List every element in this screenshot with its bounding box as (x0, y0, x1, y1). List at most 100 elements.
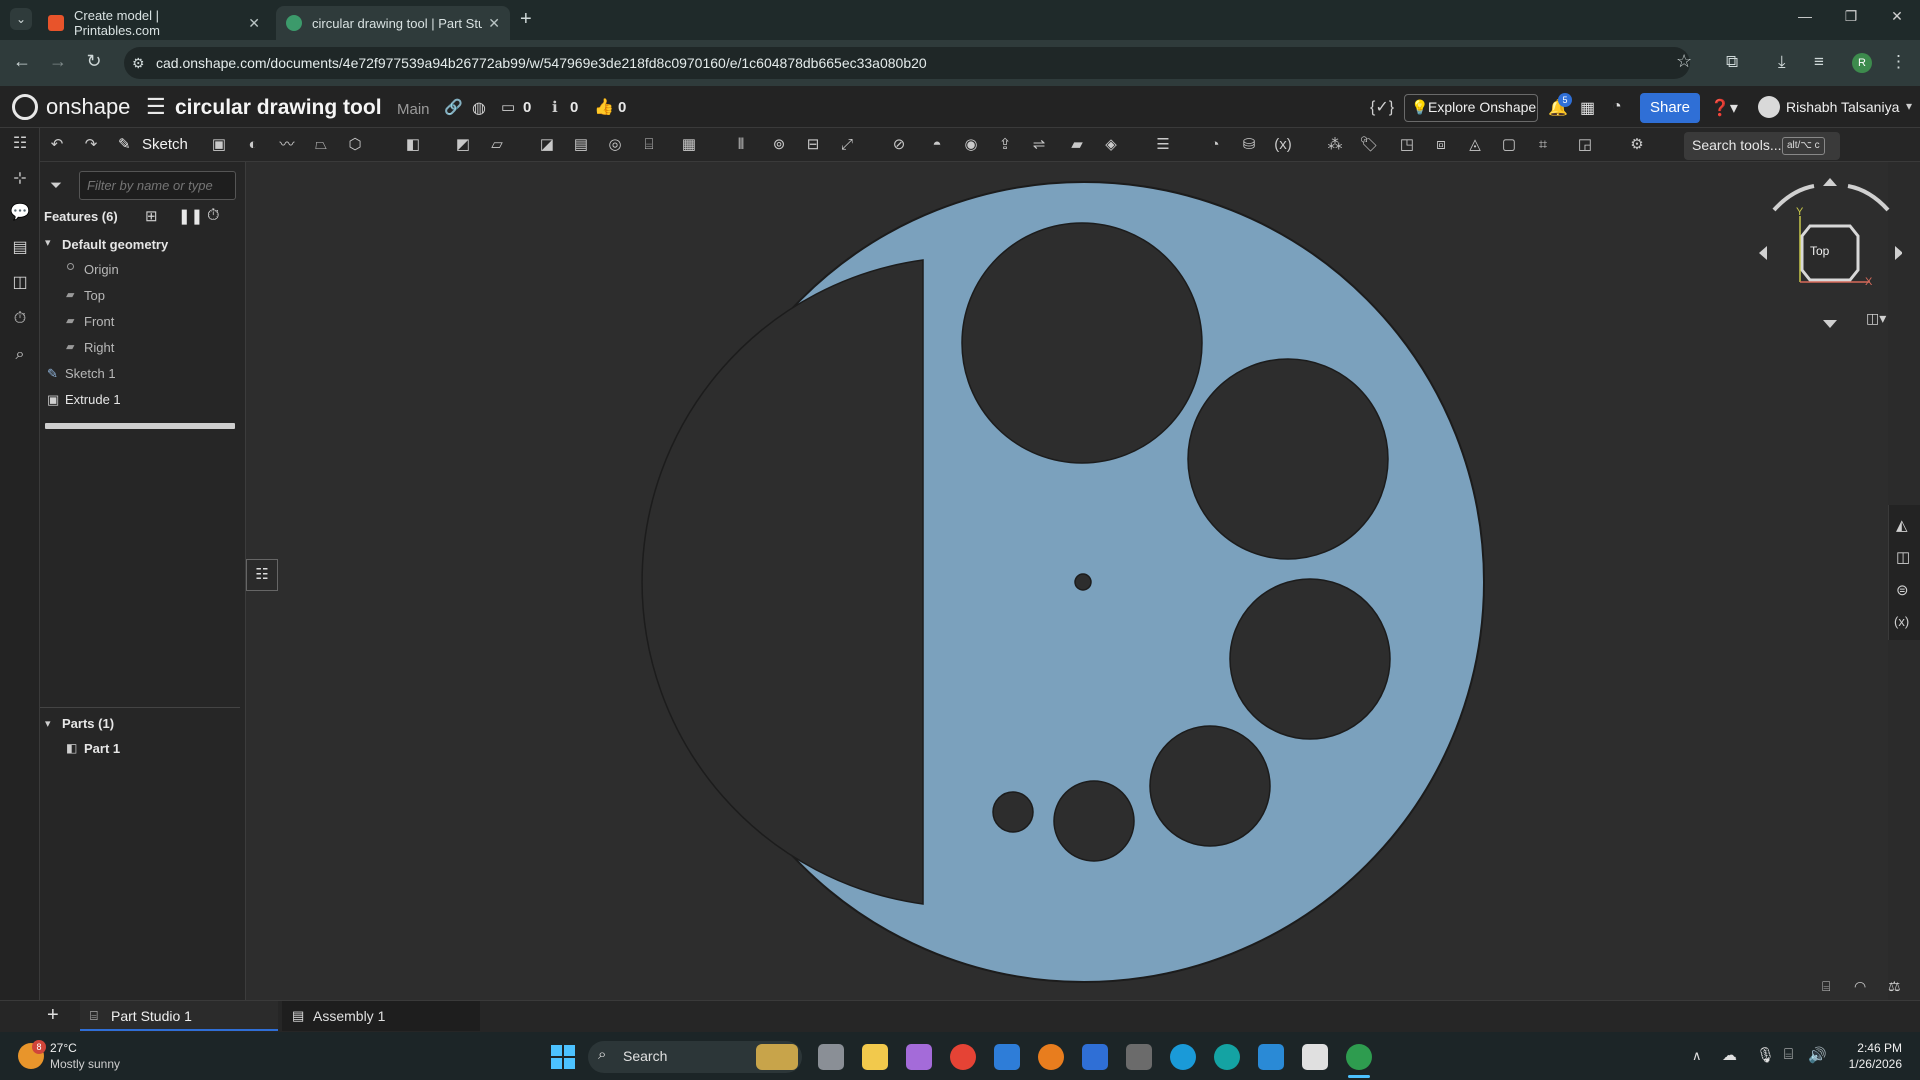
hole-circle[interactable] (1053, 780, 1135, 862)
view-up-arrow-icon[interactable] (1823, 178, 1837, 186)
tree-item-sketch-1[interactable]: Sketch 1 (65, 366, 116, 381)
hole-circle[interactable] (961, 222, 1203, 464)
center-hole[interactable] (1074, 573, 1092, 591)
undo-icon[interactable]: ↶ (46, 135, 68, 155)
tree-item-extrude-1[interactable]: Extrude 1 (65, 392, 121, 407)
split-icon[interactable]: ⊟ (802, 135, 824, 155)
extrude-icon[interactable]: ▣ (208, 135, 230, 155)
tree-item-part-1[interactable]: Part 1 (84, 741, 120, 756)
chamfer-icon[interactable]: ◩ (452, 135, 474, 155)
mail-icon[interactable] (994, 1044, 1020, 1070)
modify-fillet-icon[interactable]: ◓ (926, 135, 948, 155)
minimize-icon[interactable]: — (1782, 8, 1828, 32)
history-icon[interactable]: ⏱ (9, 308, 31, 330)
clock-time[interactable]: 2:46 PM (1842, 1041, 1902, 1055)
media-control-icon[interactable]: ≡ (1814, 52, 1824, 72)
app-store-icon[interactable]: ▦ (1580, 98, 1595, 118)
fillet-icon[interactable]: ◧ (402, 135, 424, 155)
hole-icon[interactable]: ◎ (604, 135, 626, 155)
sweep-icon[interactable]: 〰 (276, 135, 298, 155)
tree-item-front[interactable]: Front (84, 314, 114, 329)
downloads-icon[interactable]: ⤓ (1778, 52, 1786, 72)
clock-date[interactable]: 1/26/2026 (1832, 1057, 1902, 1071)
rollback-timer-icon[interactable]: ⏱ (207, 207, 219, 225)
chrome-icon[interactable] (950, 1044, 976, 1070)
chevron-down-icon[interactable]: ▾ (45, 717, 51, 730)
sheet-metal-icon[interactable]: ◳ (1396, 135, 1418, 155)
helix-icon[interactable]: ☰ (1152, 135, 1174, 155)
edge-icon[interactable] (1170, 1044, 1196, 1070)
custom-feature-icon[interactable]: ◲ (1574, 135, 1596, 155)
arduino-icon[interactable] (1214, 1044, 1240, 1070)
view-down-arrow-icon[interactable] (1823, 320, 1837, 328)
part-geometry[interactable] (246, 162, 1888, 1000)
meta-app-icon[interactable] (1082, 1044, 1108, 1070)
close-tab-icon[interactable]: ✕ (248, 15, 260, 32)
link-icon[interactable]: 🔗 (444, 98, 463, 116)
redo-icon[interactable]: ↷ (80, 135, 102, 155)
filter-funnel-icon[interactable]: ⏷ (50, 177, 62, 194)
user-name[interactable]: Rishabh Talsaniya (1786, 99, 1899, 115)
frame-icon[interactable]: ⧈ (1430, 135, 1452, 155)
hole-circle[interactable] (1229, 578, 1391, 740)
microphone-icon[interactable]: 🎙 (1756, 1046, 1775, 1064)
rotate-left-icon[interactable] (1772, 184, 1815, 212)
plane-icon[interactable]: ▰ (1066, 135, 1088, 155)
default-geometry-group[interactable]: Default geometry (62, 237, 168, 252)
chrome-profile-icon[interactable] (1346, 1044, 1372, 1070)
user-menu-chevron-down-icon[interactable]: ▾ (1906, 99, 1912, 113)
network-icon[interactable]: ⌸ (1784, 1046, 1793, 1063)
add-element-icon[interactable]: + (47, 1004, 59, 1027)
browser-tab-onshape[interactable]: circular drawing tool | Part Stud ✕ (276, 6, 510, 40)
enclose-icon[interactable]: ▢ (1498, 135, 1520, 155)
brand-name[interactable]: onshape (46, 94, 130, 120)
close-window-icon[interactable]: ✕ (1874, 8, 1920, 32)
variables-panel-icon[interactable]: (x) (1894, 614, 1909, 629)
document-title[interactable]: circular drawing tool (175, 96, 382, 120)
file-explorer-icon[interactable] (862, 1044, 888, 1070)
replace-face-icon[interactable]: ⇌ (1028, 135, 1050, 155)
surface-icon[interactable]: ◬ (1464, 135, 1486, 155)
browser-tab-printables[interactable]: Create model | Printables.com ✕ (38, 6, 270, 40)
new-tab-icon[interactable]: + (520, 8, 532, 31)
chevron-down-icon[interactable]: ▾ (45, 236, 51, 249)
rollback-bar[interactable] (45, 423, 235, 429)
pattern-icon[interactable]: ▦ (678, 135, 700, 155)
onshape-logo-icon[interactable] (12, 94, 38, 120)
filter-input[interactable] (79, 171, 236, 200)
gimp-icon[interactable] (1126, 1044, 1152, 1070)
tool-app-icon[interactable] (1302, 1044, 1328, 1070)
bookmark-star-icon[interactable]: ☆ (1676, 51, 1692, 72)
weather-desc[interactable]: Mostly sunny (50, 1057, 120, 1071)
volume-icon[interactable]: 🔊 (1808, 1046, 1827, 1064)
share-button[interactable]: Share (1640, 93, 1700, 123)
hamburger-menu-icon[interactable]: ☰ (146, 94, 166, 120)
back-icon[interactable]: ← (10, 51, 34, 72)
forward-icon[interactable]: → (46, 51, 70, 72)
move-face-icon[interactable]: ⇪ (994, 135, 1016, 155)
mate-connector-icon[interactable]: ◈ (1100, 135, 1122, 155)
tree-item-right[interactable]: Right (84, 340, 114, 355)
settings-gear-icon[interactable]: ⚙ (1626, 135, 1648, 155)
measure-scale-icon[interactable]: ⚖ (1888, 978, 1901, 995)
sketch-button[interactable]: Sketch (142, 136, 188, 153)
delete-face-icon[interactable]: ◉ (960, 135, 982, 155)
task-view-icon[interactable] (818, 1044, 844, 1070)
browser-menu-icon[interactable]: ⋮ (1890, 52, 1907, 72)
notes-icon[interactable]: ▤ (9, 237, 31, 259)
parts-header[interactable]: Parts (1) (62, 716, 114, 731)
view-options-cube-icon[interactable]: ◫▾ (1866, 310, 1886, 327)
hole-circle[interactable] (992, 791, 1034, 833)
search-icon[interactable]: ⌕ (9, 344, 31, 366)
thread-icon[interactable]: ⌸ (638, 135, 660, 155)
close-tab-icon[interactable]: ✕ (488, 15, 500, 32)
half-moon-cutout[interactable] (641, 259, 924, 905)
code-icon[interactable]: {✓} (1370, 97, 1394, 117)
appearances-icon[interactable]: ◫ (9, 272, 31, 294)
rotate-right-icon[interactable] (1847, 184, 1890, 212)
weather-temp[interactable]: 27°C (50, 1041, 77, 1055)
delete-part-icon[interactable]: ⊘ (888, 135, 910, 155)
section-view-icon[interactable]: ◠ (1854, 978, 1866, 995)
vscode-icon[interactable] (1258, 1044, 1284, 1070)
measure-icon[interactable]: ◔ (1204, 135, 1226, 155)
